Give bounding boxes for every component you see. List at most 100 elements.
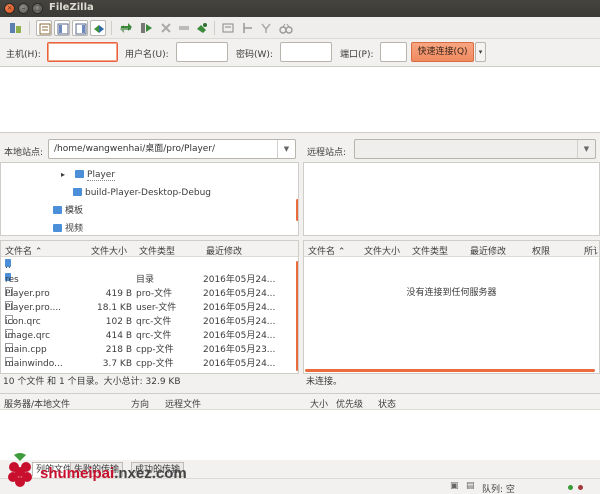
quickconnect-button[interactable]: 快速连接(Q): [411, 42, 474, 62]
remote-site-label: 远程站点:: [307, 148, 347, 158]
file-modified: 2016年05月24...: [203, 275, 276, 285]
list-item[interactable]: image.qrc 414 B qrc-文件 2016年05月24...: [1, 329, 291, 343]
file-modified: 2016年05月24...: [203, 303, 276, 313]
column-modified[interactable]: 最近修改: [470, 244, 506, 257]
column-filetype[interactable]: 文件类型: [139, 244, 175, 257]
file-name: ..: [5, 261, 11, 271]
tree-item-player[interactable]: ▸ Player: [61, 167, 116, 183]
remote-directory-tree[interactable]: [303, 162, 600, 236]
list-item[interactable]: res 目录 2016年05月24...: [1, 273, 291, 287]
file-name: icon.qrc: [5, 317, 41, 327]
tree-item-build[interactable]: build-Player-Desktop-Debug: [73, 185, 211, 201]
expand-arrow-icon[interactable]: ▸: [61, 170, 65, 179]
column-size[interactable]: 大小: [310, 397, 328, 410]
compare-icon[interactable]: [240, 20, 256, 36]
column-status[interactable]: 状态: [378, 397, 396, 410]
folder-icon: [53, 224, 62, 232]
column-permissions[interactable]: 权限: [532, 244, 550, 257]
message-log[interactable]: [0, 66, 600, 133]
lock-icon: ▣: [450, 481, 459, 491]
password-input[interactable]: [280, 42, 332, 62]
folder-icon: [53, 206, 62, 214]
list-item[interactable]: Player.pro 419 B pro-文件 2016年05月24...: [1, 287, 291, 301]
file-type: user-文件: [136, 303, 177, 313]
port-input[interactable]: [380, 42, 407, 62]
site-manager-icon[interactable]: [8, 20, 24, 36]
username-label: 用户名(U):: [125, 50, 169, 60]
refresh-icon[interactable]: [118, 20, 134, 36]
file-modified: 2016年05月24...: [203, 317, 276, 327]
watermark: shumeipai.nxez.com: [4, 449, 187, 491]
empty-list-message: 没有连接到任何服务器: [406, 288, 497, 298]
local-list-header: 文件名 ⌃ 文件大小 文件类型 最近修改: [1, 241, 298, 257]
host-input[interactable]: [47, 42, 118, 62]
file-type: 目录: [136, 275, 155, 285]
file-type: pro-文件: [136, 289, 173, 299]
cancel-icon[interactable]: [158, 20, 174, 36]
column-direction[interactable]: 方向: [131, 397, 149, 410]
column-filesize[interactable]: 文件大小: [91, 244, 127, 257]
toggle-queue-icon[interactable]: [72, 20, 88, 36]
file-name: mainwindo...: [5, 359, 63, 369]
minimize-window-button[interactable]: –: [18, 3, 29, 14]
local-path-combo[interactable]: /home/wangwenhai/桌面/pro/Player/ ▼: [48, 139, 296, 159]
toggle-tree-icon[interactable]: [54, 20, 70, 36]
column-filename[interactable]: 文件名 ⌃: [5, 244, 42, 257]
remote-path-combo[interactable]: ▼: [354, 139, 596, 159]
list-item[interactable]: Player.pro.... 18.1 KB user-文件 2016年05月2…: [1, 301, 291, 315]
list-item[interactable]: ..: [1, 259, 291, 273]
quickconnect-dropdown-button[interactable]: ▾: [475, 42, 486, 62]
column-filesize[interactable]: 文件大小: [364, 244, 400, 257]
chevron-down-icon[interactable]: ▼: [577, 140, 595, 158]
username-input[interactable]: [176, 42, 228, 62]
file-name: image.qrc: [5, 331, 51, 341]
column-filename[interactable]: 文件名 ⌃: [308, 244, 345, 257]
filter-icon[interactable]: [220, 20, 236, 36]
upload-indicator-icon: [568, 485, 573, 490]
file-size: 18.1 KB: [97, 303, 132, 313]
column-owner[interactable]: 所讠: [584, 244, 599, 257]
port-label: 端口(P):: [340, 50, 374, 60]
column-modified[interactable]: 最近修改: [206, 244, 242, 257]
list-item[interactable]: main.cpp 218 B cpp-文件 2016年05月23...: [1, 343, 291, 357]
toggle-log-icon[interactable]: [36, 20, 52, 36]
process-queue-icon[interactable]: [138, 20, 154, 36]
local-directory-tree[interactable]: ▸ Player build-Player-Desktop-Debug 模板 视频: [0, 162, 299, 236]
file-type: qrc-文件: [136, 317, 172, 327]
file-list-scrollbar[interactable]: [296, 261, 298, 371]
transfer-icon: ▤: [466, 481, 475, 491]
column-filetype[interactable]: 文件类型: [412, 244, 448, 257]
sync-browse-icon[interactable]: [258, 20, 274, 36]
title-bar: × – □ FileZilla: [0, 0, 600, 17]
column-server-local-file[interactable]: 服务器/本地文件: [4, 397, 70, 410]
column-priority[interactable]: 优先级: [336, 397, 363, 410]
toolbar: [0, 17, 600, 39]
file-name: Player.pro....: [5, 303, 62, 313]
file-size: 102 B: [105, 317, 132, 327]
list-item[interactable]: mainwindo... 3.7 KB cpp-文件 2016年05月24...: [1, 357, 291, 371]
transfer-queue-icon[interactable]: [90, 20, 106, 36]
remote-progress-indicator: [305, 369, 595, 372]
tree-scrollbar[interactable]: [296, 199, 298, 221]
local-file-list[interactable]: 文件名 ⌃ 文件大小 文件类型 最近修改 .. res 目录 2016年05月2…: [0, 240, 299, 374]
remote-file-list[interactable]: 文件名 ⌃ 文件大小 文件类型 最近修改 权限 所讠 没有连接到任何服务器: [303, 240, 600, 374]
file-modified: 2016年05月24...: [203, 331, 276, 341]
close-window-button[interactable]: ×: [4, 3, 15, 14]
reconnect-icon[interactable]: [194, 20, 210, 36]
chevron-down-icon[interactable]: ▼: [277, 140, 295, 158]
maximize-window-button[interactable]: □: [32, 3, 43, 14]
column-remote-file[interactable]: 远程文件: [165, 397, 201, 410]
remote-status: 未连接。: [303, 375, 600, 389]
search-icon[interactable]: [278, 20, 294, 36]
window-title: FileZilla: [49, 2, 94, 13]
local-status: 10 个文件 和 1 个目录。大小总计: 32.9 KB: [0, 375, 299, 389]
file-size: 3.7 KB: [102, 359, 132, 369]
disconnect-icon[interactable]: [176, 20, 192, 36]
tree-item-videos[interactable]: 视频: [53, 221, 83, 235]
file-type: qrc-文件: [136, 331, 172, 341]
list-item[interactable]: icon.qrc 102 B qrc-文件 2016年05月24...: [1, 315, 291, 329]
file-name: Player.pro: [5, 289, 50, 299]
tree-item-templates[interactable]: 模板: [53, 203, 83, 219]
remote-list-header: 文件名 ⌃ 文件大小 文件类型 最近修改 权限 所讠: [304, 241, 599, 257]
password-label: 密码(W):: [236, 50, 273, 60]
